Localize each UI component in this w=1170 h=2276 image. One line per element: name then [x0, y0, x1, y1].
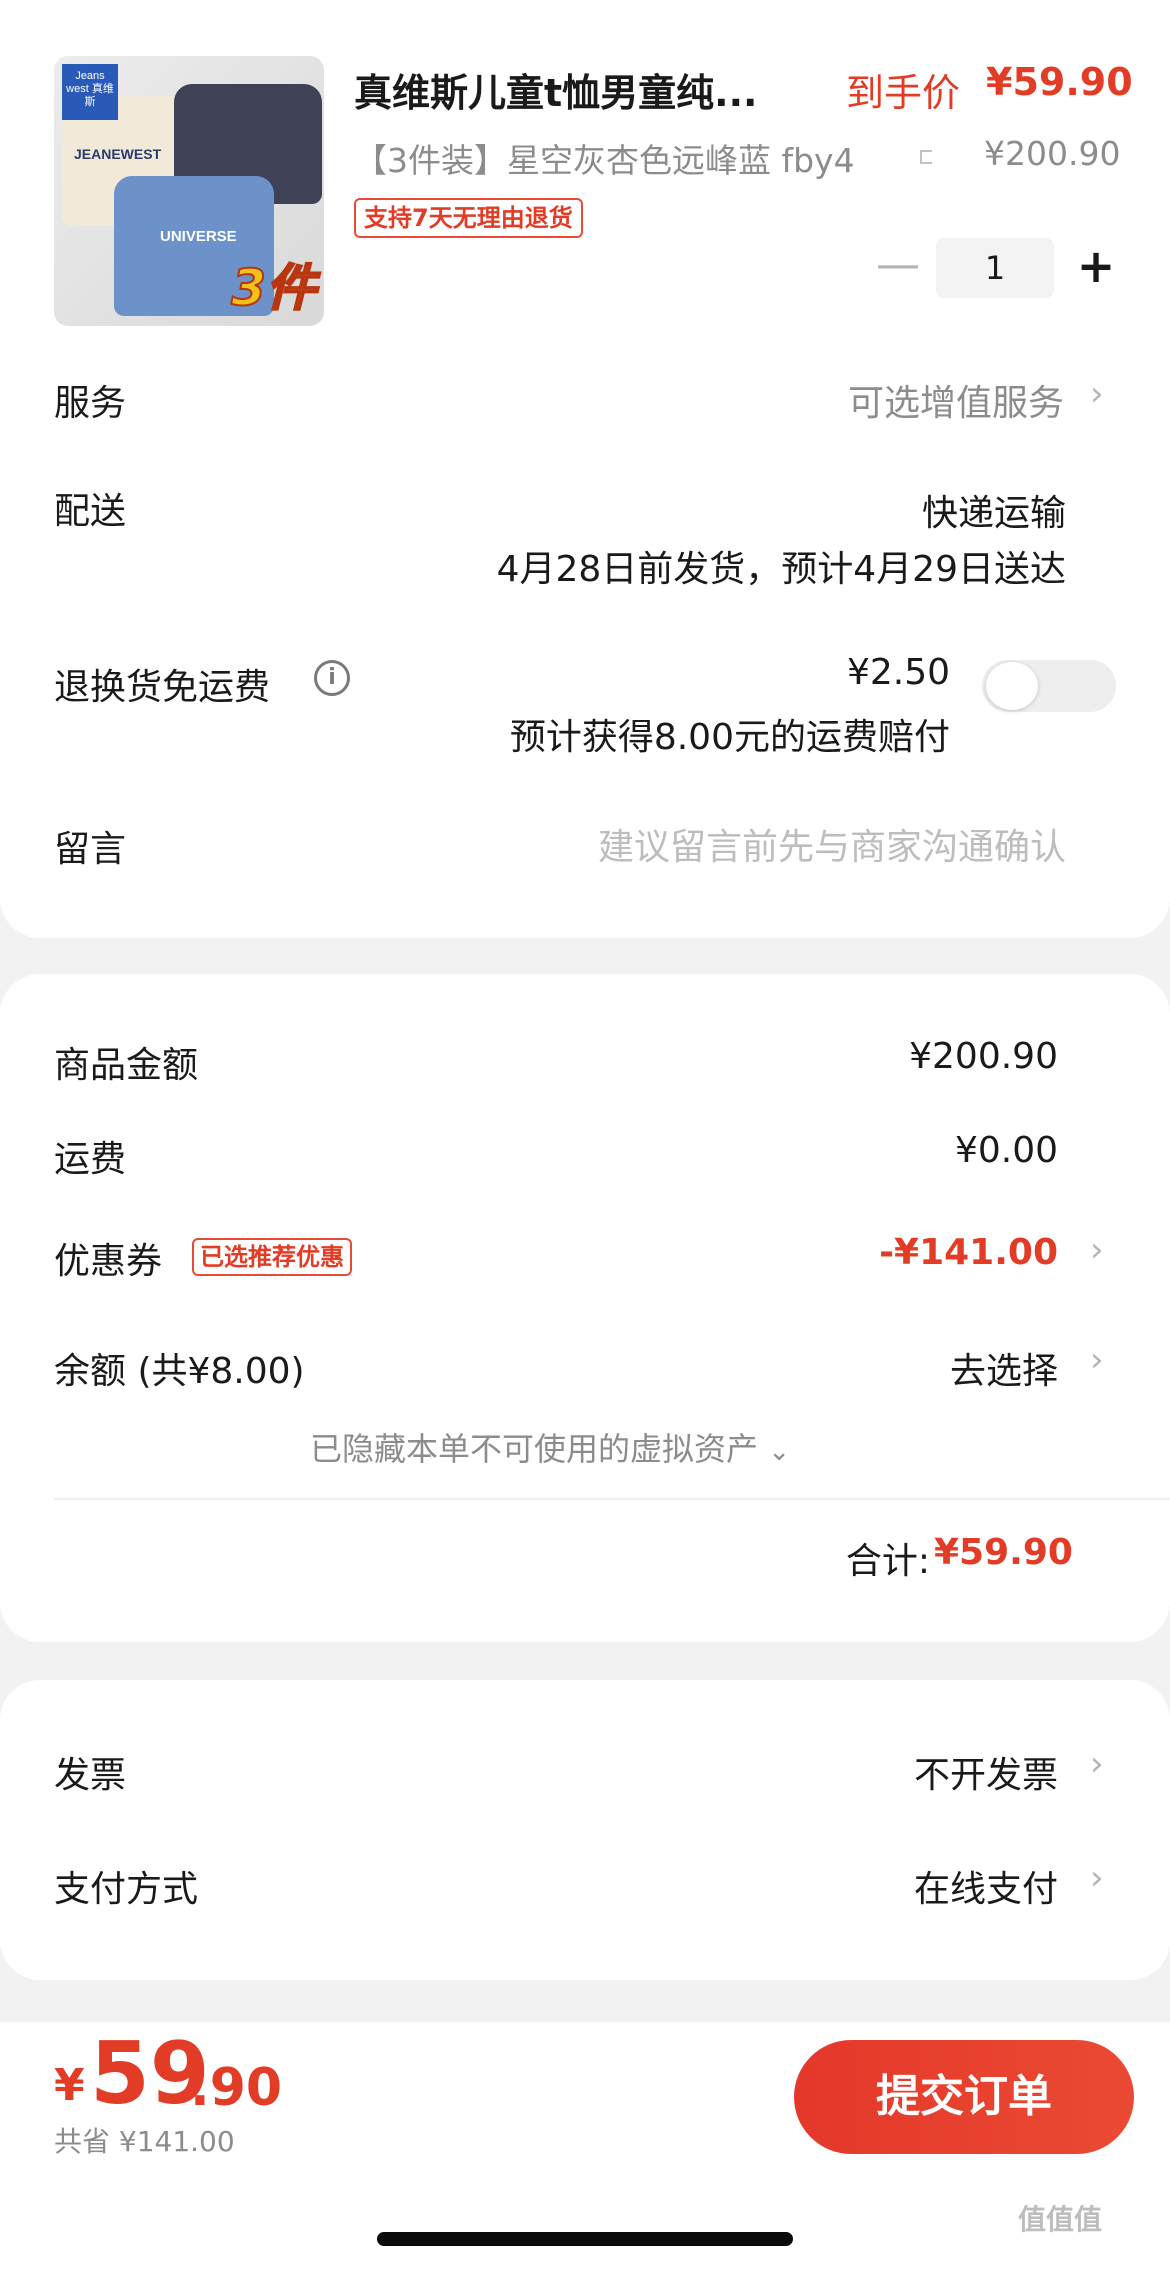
return-shipping-label: 退换货免运费 [54, 667, 271, 708]
chevron-right-icon: › [1090, 374, 1104, 414]
invoice-payment-card [0, 1680, 1170, 1980]
brand-logo: Jeans west 真维斯 [62, 64, 118, 120]
home-indicator[interactable] [377, 2232, 793, 2246]
pay-amount-decimal: .90 [190, 2058, 283, 2118]
chevron-right-icon: › [1090, 1858, 1104, 1898]
product-thumbnail[interactable]: Jeans west 真维斯 JEANEWEST UNIVERSE 3件 [54, 56, 324, 326]
chevron-right-icon: › [1090, 1744, 1104, 1784]
original-price: ¥200.90 [984, 134, 1121, 173]
total-value: ¥59.90 [934, 1532, 1073, 1573]
message-label: 留言 [54, 829, 127, 870]
scan-icon [920, 150, 932, 164]
chevron-down-icon: ⌄ [768, 1437, 790, 1467]
return-shipping-price: ¥2.50 [846, 652, 950, 693]
toggle-knob [986, 662, 1038, 710]
watermark: 值值值 [1018, 2203, 1103, 2236]
delivery-method[interactable]: 快递运输 [922, 484, 1066, 536]
saved-amount: 共省 ¥141.00 [54, 2125, 235, 2158]
quantity-decrease-button[interactable]: — [876, 243, 920, 287]
pay-currency: ¥ [54, 2060, 85, 2111]
total-label: 合计: [845, 1541, 930, 1582]
payment-method-label: 支付方式 [54, 1869, 199, 1910]
invoice-value[interactable]: 不开发票 [914, 1746, 1058, 1798]
service-label: 服务 [54, 383, 127, 424]
final-price-label: 到手价 [846, 71, 961, 115]
return-shipping-desc: 预计获得8.00元的运费赔付 [509, 717, 950, 758]
coupon-selected-tag: 已选推荐优惠 [192, 1238, 352, 1276]
three-pack-label: 3件 [230, 258, 317, 318]
minus-icon: — [876, 239, 920, 290]
balance-select[interactable]: 去选择 [950, 1342, 1058, 1394]
final-price: ¥59.90 [986, 60, 1133, 104]
return-shipping-toggle[interactable] [982, 660, 1116, 712]
service-value[interactable]: 可选增值服务 [848, 374, 1064, 426]
product-spec-text: 【3件装】星空灰杏色远峰蓝 fby4 [354, 141, 855, 180]
delivery-label: 配送 [54, 491, 127, 532]
plus-icon: + [1076, 239, 1116, 293]
hidden-assets-text: 已隐藏本单不可使用的虚拟资产 [310, 1430, 759, 1468]
payment-method-value[interactable]: 在线支付 [914, 1860, 1058, 1912]
quantity-increase-button[interactable]: + [1074, 240, 1118, 292]
info-icon[interactable]: i [314, 660, 350, 696]
goods-amount-label: 商品金额 [54, 1045, 199, 1086]
shipping-fee-value: ¥0.00 [954, 1130, 1058, 1171]
divider [54, 1498, 1170, 1500]
shirt-print-text: UNIVERSE [160, 228, 237, 245]
hidden-assets-toggle[interactable]: 已隐藏本单不可使用的虚拟资产 ⌄ [310, 1424, 790, 1470]
shipping-fee-label: 运费 [54, 1139, 127, 1180]
quantity-value[interactable]: 1 [936, 238, 1054, 298]
chevron-right-icon: › [1090, 1340, 1104, 1380]
submit-order-button[interactable]: 提交订单 [794, 2040, 1134, 2154]
coupon-value[interactable]: -¥141.00 [879, 1232, 1058, 1273]
goods-amount-value: ¥200.90 [909, 1036, 1058, 1077]
invoice-label: 发票 [54, 1755, 127, 1796]
coupon-label: 优惠券 [54, 1241, 163, 1282]
shirt-print-text: JEANEWEST [74, 146, 162, 162]
return-policy-badge: 支持7天无理由退货 [354, 198, 583, 238]
message-input[interactable]: 建议留言前先与商家沟通确认 [598, 818, 1066, 870]
product-title[interactable]: 真维斯儿童t恤男童纯... [354, 62, 757, 117]
delivery-eta: 4月28日前发货，预计4月29日送达 [496, 549, 1066, 590]
balance-label: 余额 (共¥8.00) [54, 1351, 305, 1392]
chevron-right-icon: › [1090, 1230, 1104, 1270]
product-spec[interactable]: 【3件装】星空灰杏色远峰蓝 fby4 [354, 134, 914, 182]
